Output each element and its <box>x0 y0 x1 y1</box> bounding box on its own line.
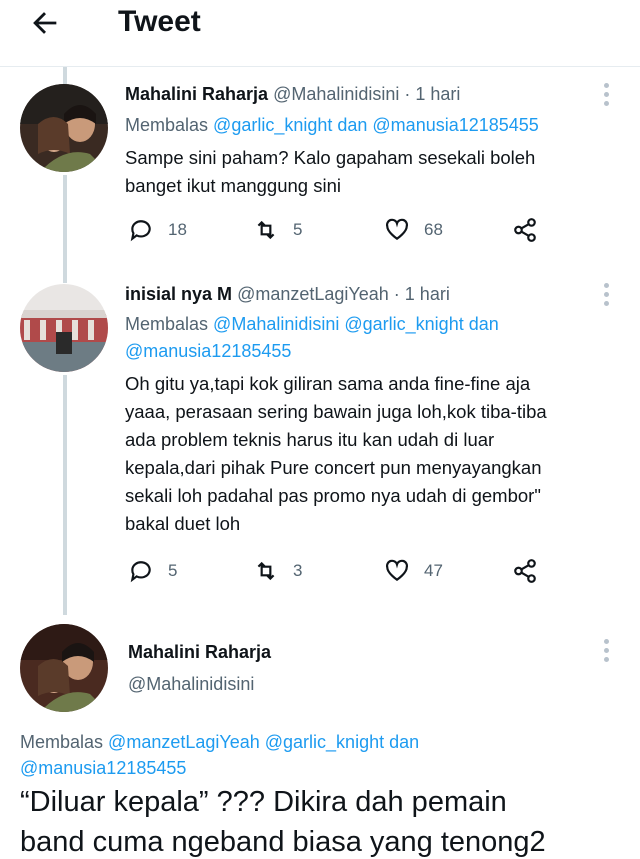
reply-context: Membalas @garlic_knight dan @manusia1218… <box>125 115 539 136</box>
reply-count: 5 <box>168 561 178 580</box>
avatar[interactable] <box>20 284 108 372</box>
tweet-text-line: band cuma ngeband biasa yang tenong2 <box>20 826 546 858</box>
reply-mentions[interactable]: @manusia12185455 <box>20 758 186 779</box>
reply-prefix: Membalas <box>20 732 104 752</box>
tweet-text-line: ada problem teknis harus itu kan udah di… <box>125 429 495 450</box>
reply-mentions[interactable]: @Mahalinidisini @garlic_knight dan <box>213 314 499 334</box>
handle[interactable]: @Mahalinidisini <box>273 84 399 104</box>
handle[interactable]: @Mahalinidisini <box>128 674 254 695</box>
reply-icon <box>130 561 151 583</box>
share-button[interactable] <box>512 558 538 584</box>
reply-mentions[interactable]: @garlic_knight dan @manusia12185455 <box>213 115 539 135</box>
tweet-text-line: kepala,dari pihak Pure concert pun menya… <box>125 457 542 478</box>
reply-button[interactable]: 18 <box>128 217 187 243</box>
share-icon <box>514 559 536 583</box>
handle[interactable]: @manzetLagiYeah <box>237 284 389 304</box>
timestamp[interactable]: · 1 hari <box>404 84 460 104</box>
thread-line <box>63 375 67 615</box>
avatar[interactable] <box>20 84 108 172</box>
timestamp[interactable]: · 1 hari <box>394 284 450 304</box>
tweet-text-line: bakal duet loh <box>125 513 241 534</box>
reply-count: 18 <box>168 220 187 239</box>
retweet-icon <box>257 220 275 240</box>
app-header: Tweet <box>0 0 640 67</box>
retweet-button[interactable]: 5 <box>253 217 302 243</box>
tweet-text-line: Sampe sini paham? Kalo gapaham sesekali … <box>125 147 536 168</box>
avatar[interactable] <box>20 624 108 712</box>
tweet-text-line: sekali loh padahal pas promo nya udah di… <box>125 485 541 506</box>
reply-prefix: Membalas <box>125 115 209 135</box>
back-button[interactable] <box>28 6 68 42</box>
tweet-header: inisial nya M @manzetLagiYeah · 1 hari <box>125 284 450 305</box>
like-button[interactable]: 68 <box>384 217 443 243</box>
reply-context: Membalas @manzetLagiYeah @garlic_knight … <box>20 732 419 753</box>
page-title: Tweet <box>118 5 201 38</box>
reply-prefix: Membalas <box>125 314 209 334</box>
tweet-text-line: banget ikut manggung sini <box>125 175 341 196</box>
share-icon <box>514 218 536 242</box>
heart-icon <box>386 218 408 240</box>
retweet-count: 5 <box>293 220 303 239</box>
more-vertical-icon[interactable] <box>604 639 610 666</box>
tweet-text-line: Oh gitu ya,tapi kok giliran sama anda fi… <box>125 373 531 394</box>
thread-line <box>63 175 67 283</box>
thread-line <box>63 67 67 84</box>
reply-mentions[interactable]: @manusia12185455 <box>125 341 291 362</box>
reply-mentions[interactable]: @manzetLagiYeah @garlic_knight dan <box>108 732 419 752</box>
tweet-header: Mahalini Raharja @Mahalinidisini · 1 har… <box>125 84 460 105</box>
like-count: 47 <box>424 561 443 580</box>
tweet-text-line: yaaa, perasaan sering bawain juga loh,ko… <box>125 401 547 422</box>
reply-icon <box>130 220 151 242</box>
heart-icon <box>386 559 408 581</box>
like-count: 68 <box>424 220 443 239</box>
retweet-count: 3 <box>293 561 303 580</box>
share-button[interactable] <box>512 217 538 243</box>
retweet-icon <box>257 561 275 581</box>
more-vertical-icon[interactable] <box>604 83 610 110</box>
display-name[interactable]: inisial nya M <box>125 284 232 304</box>
reply-context: Membalas @Mahalinidisini @garlic_knight … <box>125 314 499 335</box>
display-name[interactable]: Mahalini Raharja <box>128 642 271 663</box>
retweet-button[interactable]: 3 <box>253 558 302 584</box>
reply-button[interactable]: 5 <box>128 558 177 584</box>
arrow-left-icon <box>33 12 57 34</box>
more-vertical-icon[interactable] <box>604 283 610 310</box>
display-name[interactable]: Mahalini Raharja <box>125 84 268 104</box>
like-button[interactable]: 47 <box>384 558 443 584</box>
tweet-text-line: “Diluar kepala” ??? Dikira dah pemain <box>20 786 507 818</box>
